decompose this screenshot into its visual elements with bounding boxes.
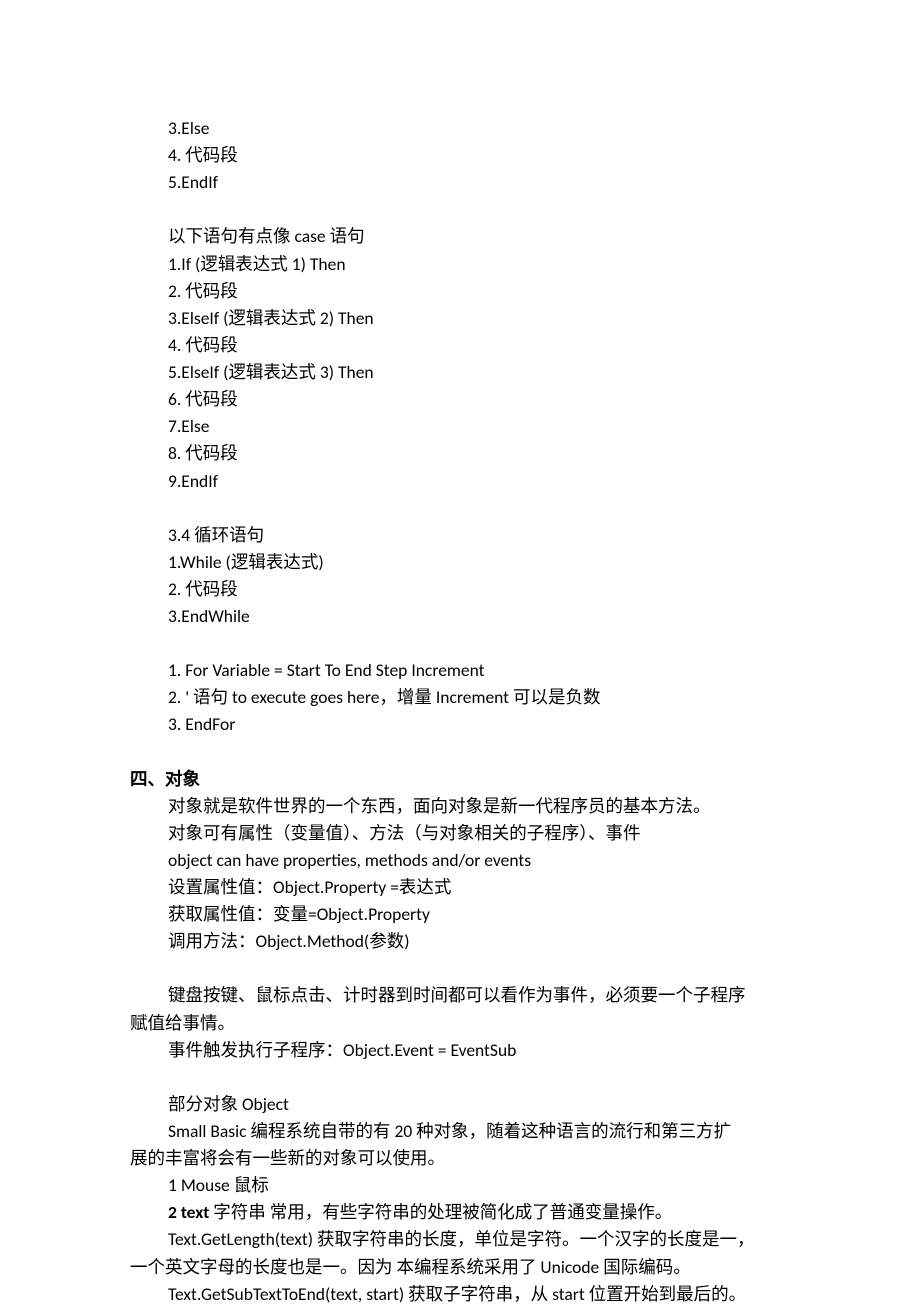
- code-line: 9.EndIf: [130, 468, 790, 495]
- code-line: 8. 代码段: [130, 440, 790, 467]
- text-line: Text.GetSubTextToEnd(text, start) 获取子字符串…: [130, 1281, 790, 1308]
- code-line: 5.EndIf: [130, 169, 790, 196]
- text-span: 字符串 常用，有些字符串的处理被简化成了普通变量操作。: [209, 1201, 672, 1223]
- text-line: 一个英文字母的长度也是一。因为 本编程系统采用了 Unicode 国际编码。: [130, 1254, 790, 1281]
- text-line: 对象就是软件世界的一个东西，面向对象是新一代程序员的基本方法。: [130, 793, 790, 820]
- text-line: 调用方法：Object.Method(参数): [130, 928, 790, 955]
- bold-text: 2 text: [168, 1201, 209, 1223]
- spacer: [130, 739, 790, 766]
- code-line: 3.EndWhile: [130, 603, 790, 630]
- code-line: 3.Else: [130, 115, 790, 142]
- subsection-title: 3.4 循环语句: [130, 522, 790, 549]
- code-line: 4. 代码段: [130, 142, 790, 169]
- code-line: 4. 代码段: [130, 332, 790, 359]
- code-line: 7.Else: [130, 413, 790, 440]
- code-line: 3. EndFor: [130, 711, 790, 738]
- code-line: 2. ' 语句 to execute goes here，增量 Incremen…: [130, 684, 790, 711]
- text-line: 设置属性值：Object.Property =表达式: [130, 874, 790, 901]
- text-line: Text.GetLength(text) 获取字符串的长度，单位是字符。一个汉字…: [130, 1226, 790, 1253]
- spacer: [130, 196, 790, 223]
- text-line: 1 Mouse 鼠标: [130, 1172, 790, 1199]
- text-line: 展的丰富将会有一些新的对象可以使用。: [130, 1145, 790, 1172]
- text-line: Small Basic 编程系统自带的有 20 种对象，随着这种语言的流行和第三…: [130, 1118, 790, 1145]
- text-line: 以下语句有点像 case 语句: [130, 223, 790, 250]
- text-line: 2 text 字符串 常用，有些字符串的处理被简化成了普通变量操作。: [130, 1199, 790, 1226]
- text-line: 部分对象 Object: [130, 1091, 790, 1118]
- spacer: [130, 955, 790, 982]
- spacer: [130, 630, 790, 657]
- text-line: 赋值给事情。: [130, 1010, 790, 1037]
- text-line: object can have properties, methods and/…: [130, 847, 790, 874]
- code-line: 1.If (逻辑表达式 1) Then: [130, 251, 790, 278]
- code-line: 1. For Variable = Start To End Step Incr…: [130, 657, 790, 684]
- text-line: 键盘按键、鼠标点击、计时器到时间都可以看作为事件，必须要一个子程序: [130, 982, 790, 1009]
- code-line: 5.ElseIf (逻辑表达式 3) Then: [130, 359, 790, 386]
- code-line: 2. 代码段: [130, 576, 790, 603]
- code-line: 1.While (逻辑表达式): [130, 549, 790, 576]
- spacer: [130, 1064, 790, 1091]
- text-line: 获取属性值：变量=Object.Property: [130, 901, 790, 928]
- code-line: 2. 代码段: [130, 278, 790, 305]
- code-line: 6. 代码段: [130, 386, 790, 413]
- text-line: 事件触发执行子程序：Object.Event = EventSub: [130, 1037, 790, 1064]
- text-line: 对象可有属性（变量值）、方法（与对象相关的子程序）、事件: [130, 820, 790, 847]
- spacer: [130, 495, 790, 522]
- section-title: 四、对象: [130, 766, 790, 793]
- code-line: 3.ElseIf (逻辑表达式 2) Then: [130, 305, 790, 332]
